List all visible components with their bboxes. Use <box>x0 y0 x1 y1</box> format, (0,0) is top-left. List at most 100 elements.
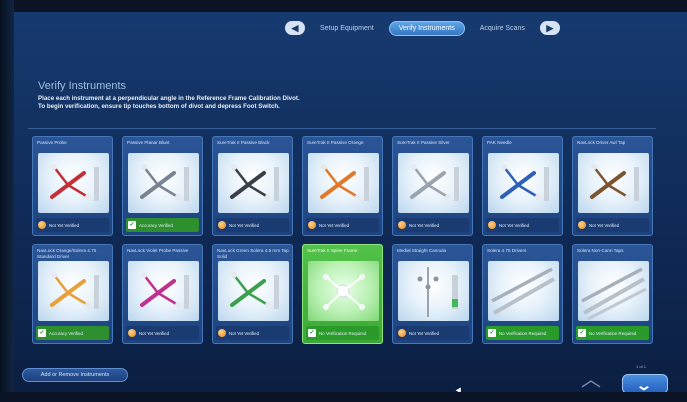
verification-status: ✓ No Verification Required <box>486 326 559 340</box>
instrument-card[interactable]: NavLock Violet Probe Passive Not Yet Veri… <box>122 244 203 344</box>
status-text: Not Yet Verified <box>499 222 530 228</box>
instrument-name: SureTrak II Passive Black <box>217 140 270 145</box>
instrument-card[interactable]: SureTrak II Spine Frame ✓ No Verification … <box>302 244 383 344</box>
status-text: Not Yet Verified <box>589 222 620 228</box>
instrument-name: NavLock Green Solera 4.5 mm Tap Solid <box>217 248 289 259</box>
instrument-image <box>128 153 199 213</box>
instrument-image <box>128 261 199 321</box>
instrument-name: NavLock Driver Awl Tap <box>577 140 626 145</box>
instrument-image <box>308 261 379 321</box>
instrument-card[interactable]: Medial Straight Cannula Not Yet Verified <box>392 244 473 344</box>
chevron-down-icon[interactable]: ⌄ <box>622 374 668 394</box>
instrument-name: Passive Probe <box>37 140 67 145</box>
check-icon: ✓ <box>128 221 136 229</box>
instrument-image <box>488 153 559 213</box>
status-text: Not Yet Verified <box>319 222 350 228</box>
verification-status: Not Yet Verified <box>216 326 289 340</box>
nav-step-verify-instruments[interactable]: Verify Instruments <box>388 20 465 36</box>
instrument-name: PAK Needle <box>487 140 512 145</box>
status-text: No Verification Required <box>499 330 547 336</box>
instrument-card[interactable]: PAK Needle Not Yet Verified <box>482 136 563 236</box>
status-text: Not Yet Verified <box>229 330 260 336</box>
instrument-image <box>308 153 379 213</box>
check-icon: ✓ <box>488 329 496 337</box>
divider <box>28 128 656 129</box>
instructions-line-1: Place each instrument at a perpendicular… <box>38 95 300 102</box>
workflow-nav: ◀ Setup Equipment Verify Instruments Acq… <box>285 18 560 38</box>
page-title: Verify Instruments <box>38 80 127 92</box>
instrument-card[interactable]: Passive Planar Blunt ✓ Accuracy Verified <box>122 136 203 236</box>
instrument-card[interactable]: SureTrak II Passive Silver Not Yet Verifi… <box>392 136 473 236</box>
instrument-image <box>398 261 469 321</box>
check-icon: ✓ <box>38 329 46 337</box>
verification-status: ✓ Accuracy Verified <box>36 326 109 340</box>
pending-dot-icon <box>398 329 406 337</box>
pending-dot-icon <box>128 329 136 337</box>
status-text: Not Yet Verified <box>139 330 170 336</box>
instrument-name: Passive Planar Blunt <box>127 140 170 145</box>
verification-status: Not Yet Verified <box>396 218 469 232</box>
instrument-name: NavLock Violet Probe Passive <box>127 248 189 253</box>
monitor-bezel-top <box>0 0 687 12</box>
instrument-image <box>578 261 649 321</box>
instrument-card[interactable]: NavLock Driver Awl Tap Not Yet Verified <box>572 136 653 236</box>
instrument-name: SureTrak II Passive Orange <box>307 140 364 145</box>
right-arrow-icon[interactable]: ▶ <box>539 21 560 35</box>
verification-status: Not Yet Verified <box>576 218 649 232</box>
verification-status: Not Yet Verified <box>216 218 289 232</box>
verification-status: Not Yet Verified <box>126 326 199 340</box>
pending-dot-icon <box>218 329 226 337</box>
status-text: Not Yet Verified <box>229 222 260 228</box>
instrument-name: SureTrak II Passive Silver <box>397 140 450 145</box>
pending-dot-icon <box>488 221 496 229</box>
status-text: Accuracy Verified <box>49 330 83 336</box>
instrument-image <box>398 153 469 213</box>
instrument-image <box>38 261 109 321</box>
instrument-image <box>38 153 109 213</box>
pending-dot-icon <box>308 221 316 229</box>
pending-dot-icon <box>218 221 226 229</box>
instrument-card[interactable]: SureTrak II Passive Orange Not Yet Verifi… <box>302 136 383 236</box>
monitor-bezel-bottom <box>0 392 687 402</box>
screen: ◀ Setup Equipment Verify Instruments Acq… <box>0 0 687 402</box>
chevron-up-icon[interactable]: ︿ <box>570 370 612 390</box>
instrument-image <box>218 153 289 213</box>
instrument-card[interactable]: NavLock Green Solera 4.5 mm Tap Solid Not… <box>212 244 293 344</box>
instrument-image <box>488 261 559 321</box>
verification-status: Not Yet Verified <box>486 218 559 232</box>
nav-step-setup-equipment[interactable]: Setup Equipment <box>311 22 383 35</box>
instrument-image <box>578 153 649 213</box>
instrument-card[interactable]: Passive Probe Not Yet Verified <box>32 136 113 236</box>
left-arrow-icon[interactable]: ◀ <box>285 21 305 35</box>
instrument-name: Solera Non-Cann Taps <box>577 248 624 253</box>
instrument-card[interactable]: Solera Non-Cann Taps ✓ No Verification Req… <box>572 244 653 344</box>
pending-dot-icon <box>398 221 406 229</box>
instrument-card[interactable]: Solera 4.75 Drivers ✓ No Verification Requ… <box>482 244 563 344</box>
verification-status: Not Yet Verified <box>306 218 379 232</box>
instructions: Place each instrument at a perpendicular… <box>38 95 458 111</box>
verification-status: Not Yet Verified <box>36 218 109 232</box>
monitor-bezel-left <box>0 0 14 402</box>
check-icon: ✓ <box>578 329 586 337</box>
instrument-name: Medial Straight Cannula <box>397 248 447 253</box>
instrument-card[interactable]: NavLock Orange/Solera 4.75 Standard Driv… <box>32 244 113 344</box>
status-text: No Verification Required <box>319 330 367 336</box>
instrument-name: SureTrak II Spine Frame <box>307 248 358 253</box>
status-text: Not Yet Verified <box>409 222 440 228</box>
instrument-card[interactable]: SureTrak II Passive Black Not Yet Verifie… <box>212 136 293 236</box>
page-indicator: 1 of 1 <box>636 364 647 369</box>
pending-dot-icon <box>578 221 586 229</box>
verification-status: ✓ Accuracy Verified <box>126 218 199 232</box>
verification-status: Not Yet Verified <box>396 326 469 340</box>
instrument-name: Solera 4.75 Drivers <box>487 248 527 253</box>
check-icon: ✓ <box>308 329 316 337</box>
status-text: Accuracy Verified <box>139 222 173 228</box>
instructions-line-2: To begin verification, ensure tip touche… <box>38 103 280 110</box>
instrument-image <box>218 261 289 321</box>
status-text: No Verification Required <box>589 330 637 336</box>
instrument-name: NavLock Orange/Solera 4.75 Standard Driv… <box>37 248 97 259</box>
pending-dot-icon <box>38 221 46 229</box>
verification-status: ✓ No Verification Required <box>306 326 379 340</box>
add-remove-instruments-button[interactable]: Add or Remove Instruments <box>22 368 128 382</box>
nav-step-acquire-scans[interactable]: Acquire Scans <box>471 22 534 35</box>
